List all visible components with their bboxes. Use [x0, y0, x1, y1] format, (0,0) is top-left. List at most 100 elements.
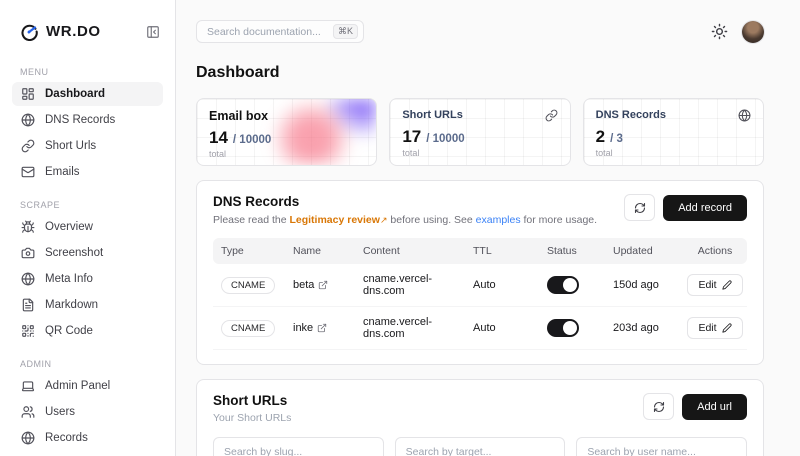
stat-title: Short URLs	[402, 109, 463, 121]
nav-section-menu: MENU Dashboard DNS Records Short Urls Em…	[0, 63, 175, 184]
examples-link[interactable]: examples	[476, 214, 521, 226]
record-name-link[interactable]: beta	[293, 279, 328, 291]
stat-caption: total	[402, 148, 557, 158]
sidebar-item-label: Dashboard	[45, 88, 105, 100]
stat-title: DNS Records	[596, 109, 666, 121]
main-content: Search documentation... ⌘K Dashboard Ema…	[176, 0, 800, 456]
topbar: Search documentation... ⌘K	[196, 0, 764, 43]
nav-section-label: MENU	[12, 63, 163, 82]
sidebar-item-short-urls[interactable]: Short Urls	[12, 134, 163, 158]
stat-limit: / 10000	[426, 133, 464, 145]
add-record-button[interactable]: Add record	[663, 195, 747, 221]
sun-icon	[711, 23, 728, 40]
stat-card-dns-records[interactable]: DNS Records 2 / 3 total	[583, 98, 764, 166]
sidebar-item-label: Overview	[45, 221, 93, 233]
refresh-button[interactable]	[624, 194, 655, 221]
refresh-button[interactable]	[643, 393, 674, 420]
refresh-icon	[634, 202, 646, 214]
short-urls-subtitle: Your Short URLs	[213, 412, 291, 424]
stat-value: 14	[209, 128, 228, 148]
refresh-icon	[653, 401, 665, 413]
stat-limit: / 3	[610, 133, 623, 145]
sidebar-item-label: Markdown	[45, 299, 98, 311]
link-icon	[545, 109, 558, 122]
status-toggle[interactable]	[547, 276, 579, 294]
stat-caption: total	[209, 149, 364, 159]
camera-icon	[21, 246, 35, 260]
sidebar-item-admin-panel[interactable]: Admin Panel	[12, 374, 163, 398]
legitimacy-review-link[interactable]: Legitimacy review	[289, 214, 379, 226]
nav-section-label: SCRAPE	[12, 196, 163, 215]
sidebar-item-users[interactable]: Users	[12, 400, 163, 424]
sidebar-item-meta-info[interactable]: Meta Info	[12, 267, 163, 291]
table-header-row: Type Name Content TTL Status Updated Act…	[213, 238, 747, 264]
sidebar-item-dashboard[interactable]: Dashboard	[12, 82, 163, 106]
record-name-link[interactable]: inke	[293, 322, 327, 334]
app-logo-text: WR.DO	[46, 23, 101, 40]
table-row: CNAME beta cname.vercel-dns.com Auto 150…	[213, 264, 747, 307]
sidebar-item-dns-records[interactable]: DNS Records	[12, 108, 163, 132]
pencil-icon	[722, 323, 732, 333]
sidebar-header: WR.DO	[0, 0, 175, 51]
sidebar-item-markdown[interactable]: Markdown	[12, 293, 163, 317]
record-content: cname.vercel-dns.com	[363, 273, 473, 297]
table-row: CNAME inke cname.vercel-dns.com Auto 203…	[213, 307, 747, 350]
sidebar-item-urls[interactable]: URLs	[12, 452, 163, 456]
sidebar-item-label: Records	[45, 432, 88, 444]
users-icon	[21, 405, 35, 419]
external-link-icon	[318, 280, 328, 290]
sidebar-item-screenshot[interactable]: Screenshot	[12, 241, 163, 265]
short-urls-title: Short URLs	[213, 393, 291, 408]
sidebar-item-emails[interactable]: Emails	[12, 160, 163, 184]
gauge-logo-icon	[20, 22, 39, 41]
col-content: Content	[363, 245, 473, 257]
search-by-slug-input[interactable]	[213, 437, 384, 456]
add-url-button[interactable]: Add url	[682, 394, 747, 420]
link-icon	[21, 139, 35, 153]
status-toggle[interactable]	[547, 319, 579, 337]
sidebar-item-label: Users	[45, 406, 75, 418]
search-by-user-name-input[interactable]	[576, 437, 747, 456]
sidebar-item-qr-code[interactable]: QR Code	[12, 319, 163, 343]
sidebar-item-label: Admin Panel	[45, 380, 110, 392]
stat-card-short-urls[interactable]: Short URLs 17 / 10000 total	[389, 98, 570, 166]
search-input[interactable]: Search documentation... ⌘K	[196, 20, 364, 43]
record-name: inke	[293, 322, 313, 334]
col-type: Type	[213, 245, 293, 257]
globe-icon	[21, 113, 35, 127]
stat-value: 2	[596, 127, 605, 147]
edit-button[interactable]: Edit	[687, 317, 742, 339]
app-logo[interactable]: WR.DO	[20, 22, 101, 41]
page-title: Dashboard	[196, 64, 764, 82]
col-status: Status	[547, 245, 613, 257]
sidebar-collapse-button[interactable]	[145, 24, 161, 40]
stat-limit: / 10000	[233, 134, 271, 146]
theme-toggle-button[interactable]	[711, 23, 728, 40]
external-link-icon	[317, 323, 327, 333]
sidebar-nav: MENU Dashboard DNS Records Short Urls Em…	[0, 63, 175, 456]
user-avatar[interactable]	[742, 21, 764, 43]
stat-caption: total	[596, 148, 751, 158]
sidebar: WR.DO MENU Dashboard DNS Records Sho	[0, 0, 176, 456]
edit-label: Edit	[698, 322, 716, 334]
record-type-badge: CNAME	[221, 320, 275, 337]
record-type-badge: CNAME	[221, 277, 275, 294]
nav-section-admin: ADMIN Admin Panel Users Records URLs	[0, 355, 175, 456]
col-updated: Updated	[613, 245, 683, 257]
dns-panel-title: DNS Records	[213, 194, 597, 209]
stat-title: Email box	[209, 109, 268, 123]
sidebar-item-records[interactable]: Records	[12, 426, 163, 450]
stat-card-email-box[interactable]: Email box 14 / 10000 total	[196, 98, 377, 166]
record-updated: 150d ago	[613, 279, 683, 291]
nav-section-label: ADMIN	[12, 355, 163, 374]
search-placeholder: Search documentation...	[207, 26, 321, 38]
col-name: Name	[293, 245, 363, 257]
file-text-icon	[21, 298, 35, 312]
edit-button[interactable]: Edit	[687, 274, 742, 296]
globe-icon	[21, 272, 35, 286]
dns-panel-description: Please read the Legitimacy review↗ befor…	[213, 214, 597, 226]
laptop-icon	[21, 379, 35, 393]
sidebar-item-overview[interactable]: Overview	[12, 215, 163, 239]
stat-cards: Email box 14 / 10000 total Short URLs	[196, 98, 764, 166]
search-by-target-input[interactable]	[395, 437, 566, 456]
